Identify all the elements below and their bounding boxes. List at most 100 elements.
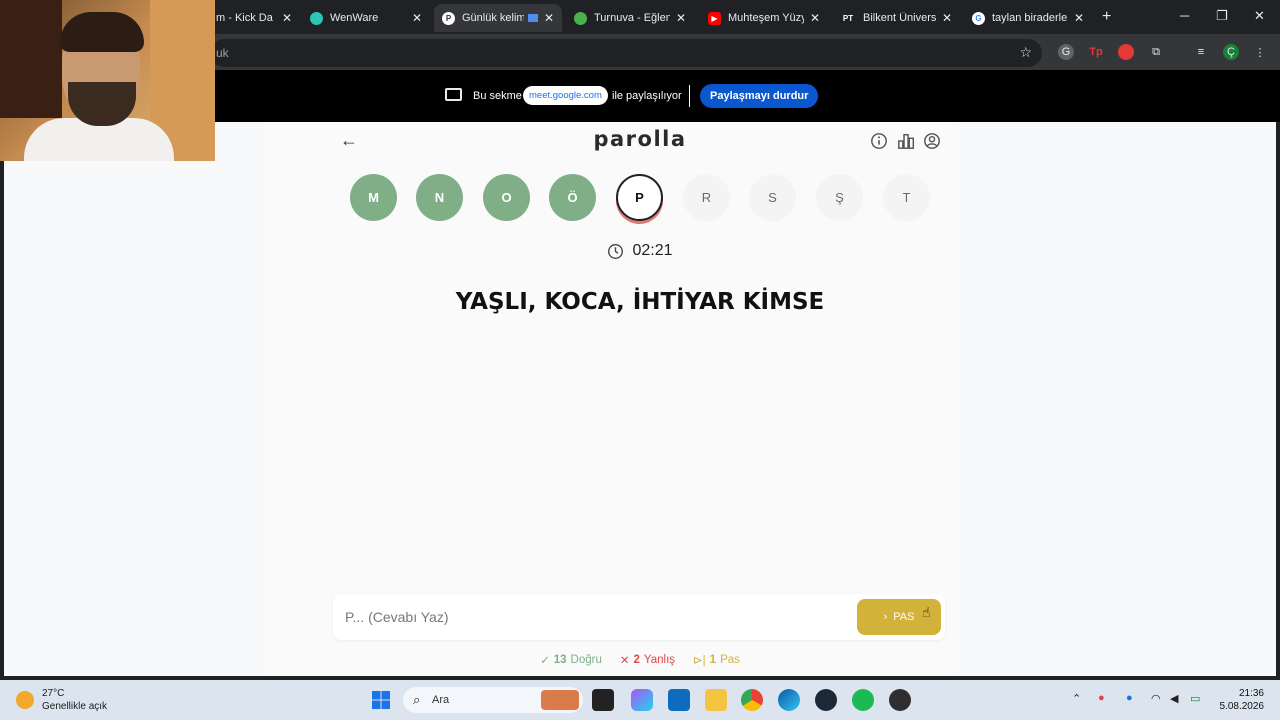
- weather-widget[interactable]: 27°C Genellikle açık: [16, 687, 107, 713]
- close-icon[interactable]: ✕: [810, 11, 820, 25]
- correct-count: 13: [553, 654, 567, 666]
- obs-icon[interactable]: [889, 689, 911, 711]
- outlook-icon[interactable]: [668, 689, 690, 711]
- windows-start-icon[interactable]: [370, 689, 392, 711]
- bilkent-icon: PT: [842, 13, 854, 23]
- letter-label: P: [635, 190, 644, 205]
- tab-youtube[interactable]: ▶ Muhteşem Yüzy ✕: [700, 4, 828, 32]
- wifi-icon[interactable]: ◠: [1151, 692, 1161, 705]
- share-text-before: Bu sekme: [473, 90, 522, 102]
- taskbar: 27°C Genellikle açık ⌕ Ara ⌃ ● ● ◠ ◀ ▭ 2…: [0, 680, 1280, 720]
- microphone-icon[interactable]: ●: [1126, 692, 1133, 704]
- grammarly-icon[interactable]: G: [1058, 44, 1074, 60]
- clock-icon: [608, 243, 624, 259]
- tab-title: Bilkent Üniversit: [863, 12, 936, 24]
- tab-title: m - Kick Da: [216, 12, 273, 24]
- divider: [689, 85, 690, 107]
- volume-icon[interactable]: ◀: [1170, 692, 1178, 705]
- task-view-icon[interactable]: [592, 689, 614, 711]
- stat-correct: ✓ 13 Doğru: [540, 653, 602, 667]
- close-icon[interactable]: ✕: [412, 11, 422, 25]
- stats-icon[interactable]: [897, 132, 915, 150]
- tab-google[interactable]: G taylan biraderler ✕: [964, 4, 1092, 32]
- steam-icon[interactable]: [815, 689, 837, 711]
- cross-icon: ✕: [619, 655, 630, 667]
- tray-app-icon[interactable]: ●: [1098, 692, 1105, 704]
- close-icon[interactable]: ✕: [676, 11, 686, 25]
- window-close-icon[interactable]: ✕: [1254, 8, 1265, 24]
- sun-icon: [16, 691, 34, 709]
- file-explorer-icon[interactable]: [705, 689, 727, 711]
- tab-parolla[interactable]: P Günlük kelim ✕: [434, 4, 562, 32]
- info-icon[interactable]: [870, 132, 888, 150]
- maximize-icon[interactable]: ❐: [1216, 8, 1228, 24]
- letter-label: T: [902, 190, 911, 205]
- edge-icon[interactable]: [778, 689, 800, 711]
- taskbar-search[interactable]: ⌕ Ara: [403, 687, 583, 713]
- letter-circle: M: [350, 174, 397, 221]
- score-stats: ✓ 13 Doğru ✕ 2 Yanlış ⊳| 1 Pas: [4, 653, 1276, 667]
- letter-circle-current: P: [616, 174, 663, 221]
- battery-icon[interactable]: ▭: [1190, 692, 1200, 705]
- extension-tp-icon[interactable]: Tp: [1088, 44, 1104, 60]
- chrome-icon[interactable]: [741, 689, 763, 711]
- letter-label: Ö: [567, 190, 578, 205]
- youtube-icon: ▶: [708, 11, 721, 25]
- letter-label: M: [368, 190, 379, 205]
- tab-title: taylan biraderler: [992, 12, 1068, 24]
- minimize-icon[interactable]: ─: [1180, 8, 1189, 23]
- share-text-after: ile paylaşılıyor: [612, 90, 682, 102]
- letter-circle: O: [483, 174, 530, 221]
- letter-circle: N: [416, 174, 463, 221]
- tab-title: Turnuva - Eğlenc: [594, 12, 670, 24]
- stat-wrong: ✕ 2 Yanlış: [620, 653, 675, 667]
- question-text: YAŞLI, KOCA, İHTİYAR KİMSE: [455, 289, 825, 315]
- puzzle-icon[interactable]: ⧉: [1148, 44, 1164, 60]
- clock[interactable]: 21:36 5.08.2026: [1220, 687, 1265, 713]
- parolla-icon: P: [442, 11, 455, 25]
- url-text: uk: [216, 46, 229, 60]
- letter-circle: R: [683, 174, 730, 221]
- tab-title: Günlük kelim: [462, 12, 524, 24]
- tab-bilkent[interactable]: PT Bilkent Üniversit ✕: [832, 4, 960, 32]
- globe-icon: [310, 11, 323, 25]
- copilot-icon[interactable]: [631, 689, 653, 711]
- search-placeholder: Ara: [432, 694, 450, 706]
- letter-label: R: [701, 190, 712, 205]
- tab-wenware[interactable]: WenWare ✕: [302, 4, 430, 32]
- profile-avatar-icon[interactable]: Ç: [1223, 44, 1239, 60]
- stop-sharing-button[interactable]: Paylaşmayı durdur: [700, 84, 819, 108]
- close-icon[interactable]: ✕: [1074, 11, 1084, 25]
- user-icon[interactable]: [923, 132, 941, 150]
- letter-label: Ş: [835, 190, 844, 205]
- check-icon: ✓: [540, 655, 550, 667]
- adblock-icon[interactable]: [1118, 44, 1134, 60]
- stat-pass: ⊳| 1 Pas: [693, 653, 740, 667]
- answer-input[interactable]: [345, 606, 845, 628]
- letter-circle: Ş: [816, 174, 863, 221]
- bookmark-star-icon[interactable]: ☆: [1019, 44, 1032, 61]
- screen-share-icon: [445, 88, 462, 101]
- tab-title: WenWare: [330, 12, 379, 24]
- close-icon[interactable]: ✕: [282, 11, 292, 25]
- tab-turnuva[interactable]: Turnuva - Eğlenc ✕: [566, 4, 694, 32]
- letter-label: O: [501, 190, 512, 205]
- letter-circle: T: [883, 174, 930, 221]
- correct-label: Doğru: [570, 654, 602, 666]
- menu-dots-icon[interactable]: ⋮: [1252, 44, 1268, 60]
- address-bar[interactable]: uk ☆: [210, 39, 1042, 67]
- spotify-icon[interactable]: [852, 689, 874, 711]
- close-icon[interactable]: ✕: [544, 11, 554, 25]
- close-icon[interactable]: ✕: [942, 11, 952, 25]
- skip-icon: ⊳|: [693, 655, 706, 667]
- tab-title: Muhteşem Yüzy: [728, 12, 804, 24]
- pass-label: PAS: [893, 611, 915, 623]
- chevron-up-icon[interactable]: ⌃: [1072, 692, 1081, 705]
- webcam-overlay: [0, 0, 215, 161]
- letter-circle: S: [749, 174, 796, 221]
- tab-kick[interactable]: m - Kick Da ✕: [208, 4, 300, 32]
- new-tab-icon[interactable]: +: [1102, 8, 1111, 26]
- media-control-icon[interactable]: ≡: [1193, 44, 1209, 60]
- clock-date: 5.08.2026: [1219, 701, 1265, 712]
- share-domain: meet.google.com: [523, 86, 608, 105]
